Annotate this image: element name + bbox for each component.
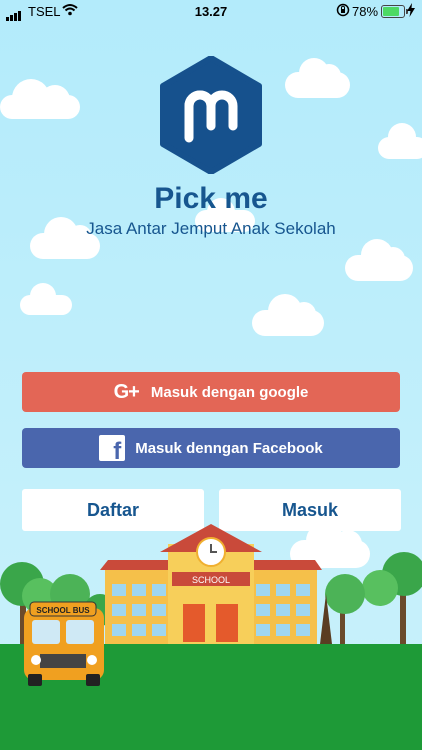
school-illustration: SCHOOL SCHOOL BUS (0, 524, 422, 750)
charging-icon (407, 3, 415, 20)
school-bus: SCHOOL BUS (24, 601, 104, 686)
facebook-login-button[interactable]: f Masuk denngan Facebook (22, 428, 400, 468)
google-plus-icon: G+ (113, 380, 140, 403)
battery-percent: 78% (352, 4, 379, 19)
cloud (345, 239, 413, 281)
cloud (0, 79, 80, 119)
facebook-icon: f (99, 435, 126, 464)
facebook-login-label: Masuk denngan Facebook (135, 439, 323, 457)
cloud (285, 58, 350, 98)
school-building: SCHOOL (100, 524, 322, 649)
school-sign: SCHOOL (192, 575, 230, 585)
app-title: Pick me (154, 182, 268, 215)
google-login-label: Masuk dengan google (150, 383, 309, 401)
cloud (252, 294, 324, 336)
app-logo (159, 55, 263, 175)
bus-sign: SCHOOL BUS (36, 606, 90, 615)
trees-right (320, 552, 422, 654)
cloud (20, 283, 72, 315)
cloud (378, 123, 422, 159)
status-bar: TSEL 13.27 78% (0, 0, 422, 22)
google-login-button[interactable]: G+ Masuk dengan google (22, 372, 400, 412)
app-subtitle: Jasa Antar Jemput Anak Sekolah (86, 219, 336, 238)
battery-icon (381, 5, 408, 18)
orientation-lock-icon (336, 3, 350, 20)
